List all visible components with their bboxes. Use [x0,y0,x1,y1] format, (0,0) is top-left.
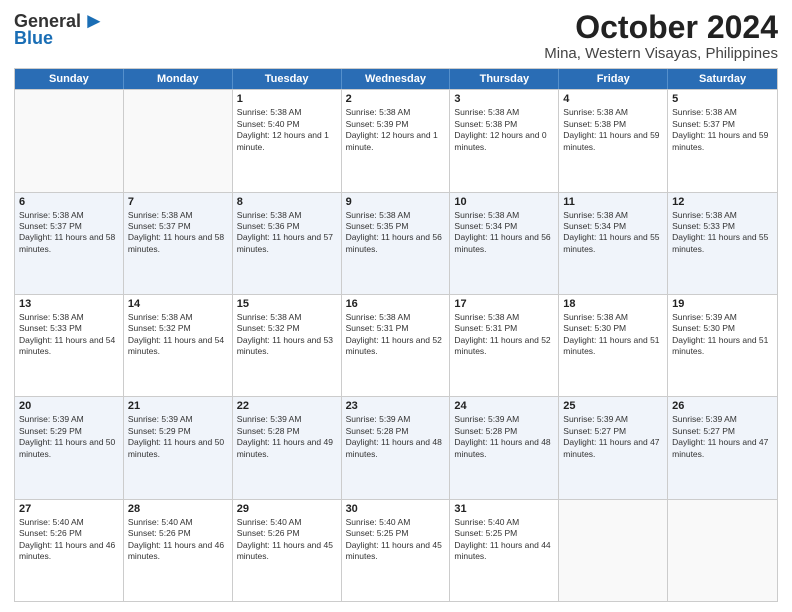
cell-w5-fri [559,500,668,601]
cell-oct-11: 11 Sunrise: 5:38 AM Sunset: 5:34 PM Dayl… [559,193,668,294]
logo: General ► Blue [14,10,105,49]
cell-oct-13: 13 Sunrise: 5:38 AM Sunset: 5:33 PM Dayl… [15,295,124,396]
cal-row-1: 1 Sunrise: 5:38 AM Sunset: 5:40 PM Dayli… [15,89,777,191]
cell-oct-28: 28 Sunrise: 5:40 AM Sunset: 5:26 PM Dayl… [124,500,233,601]
cell-oct-16: 16 Sunrise: 5:38 AM Sunset: 5:31 PM Dayl… [342,295,451,396]
cell-oct-26: 26 Sunrise: 5:39 AM Sunset: 5:27 PM Dayl… [668,397,777,498]
header-saturday: Saturday [668,69,777,89]
cell-oct-29: 29 Sunrise: 5:40 AM Sunset: 5:26 PM Dayl… [233,500,342,601]
cell-oct-4: 4 Sunrise: 5:38 AM Sunset: 5:38 PM Dayli… [559,90,668,191]
header-monday: Monday [124,69,233,89]
cell-oct-30: 30 Sunrise: 5:40 AM Sunset: 5:25 PM Dayl… [342,500,451,601]
cell-oct-9: 9 Sunrise: 5:38 AM Sunset: 5:35 PM Dayli… [342,193,451,294]
header: General ► Blue October 2024 Mina, Wester… [14,10,778,62]
calendar: Sunday Monday Tuesday Wednesday Thursday… [14,68,778,602]
cell-oct-25: 25 Sunrise: 5:39 AM Sunset: 5:27 PM Dayl… [559,397,668,498]
cal-row-4: 20 Sunrise: 5:39 AM Sunset: 5:29 PM Dayl… [15,396,777,498]
cell-oct-31: 31 Sunrise: 5:40 AM Sunset: 5:25 PM Dayl… [450,500,559,601]
cal-row-3: 13 Sunrise: 5:38 AM Sunset: 5:33 PM Dayl… [15,294,777,396]
cell-oct-23: 23 Sunrise: 5:39 AM Sunset: 5:28 PM Dayl… [342,397,451,498]
cell-oct-17: 17 Sunrise: 5:38 AM Sunset: 5:31 PM Dayl… [450,295,559,396]
cell-oct-22: 22 Sunrise: 5:39 AM Sunset: 5:28 PM Dayl… [233,397,342,498]
cell-oct-27: 27 Sunrise: 5:40 AM Sunset: 5:26 PM Dayl… [15,500,124,601]
header-sunday: Sunday [15,69,124,89]
logo-blue: Blue [14,28,53,49]
cell-oct-18: 18 Sunrise: 5:38 AM Sunset: 5:30 PM Dayl… [559,295,668,396]
cell-oct-14: 14 Sunrise: 5:38 AM Sunset: 5:32 PM Dayl… [124,295,233,396]
cell-oct-1: 1 Sunrise: 5:38 AM Sunset: 5:40 PM Dayli… [233,90,342,191]
cell-oct-7: 7 Sunrise: 5:38 AM Sunset: 5:37 PM Dayli… [124,193,233,294]
header-friday: Friday [559,69,668,89]
cell-w1-sun [15,90,124,191]
cell-oct-10: 10 Sunrise: 5:38 AM Sunset: 5:34 PM Dayl… [450,193,559,294]
page: General ► Blue October 2024 Mina, Wester… [0,0,792,612]
header-tuesday: Tuesday [233,69,342,89]
cell-oct-12: 12 Sunrise: 5:38 AM Sunset: 5:33 PM Dayl… [668,193,777,294]
cell-w5-sat [668,500,777,601]
logo-bird-icon: ► [83,10,105,32]
cell-oct-15: 15 Sunrise: 5:38 AM Sunset: 5:32 PM Dayl… [233,295,342,396]
cell-oct-20: 20 Sunrise: 5:39 AM Sunset: 5:29 PM Dayl… [15,397,124,498]
cell-oct-6: 6 Sunrise: 5:38 AM Sunset: 5:37 PM Dayli… [15,193,124,294]
page-subtitle: Mina, Western Visayas, Philippines [544,45,778,62]
cell-oct-19: 19 Sunrise: 5:39 AM Sunset: 5:30 PM Dayl… [668,295,777,396]
cell-oct-2: 2 Sunrise: 5:38 AM Sunset: 5:39 PM Dayli… [342,90,451,191]
header-wednesday: Wednesday [342,69,451,89]
header-thursday: Thursday [450,69,559,89]
cell-oct-5: 5 Sunrise: 5:38 AM Sunset: 5:37 PM Dayli… [668,90,777,191]
cal-row-2: 6 Sunrise: 5:38 AM Sunset: 5:37 PM Dayli… [15,192,777,294]
calendar-body: 1 Sunrise: 5:38 AM Sunset: 5:40 PM Dayli… [15,89,777,601]
cal-row-5: 27 Sunrise: 5:40 AM Sunset: 5:26 PM Dayl… [15,499,777,601]
cell-oct-8: 8 Sunrise: 5:38 AM Sunset: 5:36 PM Dayli… [233,193,342,294]
page-title: October 2024 [544,10,778,45]
cell-oct-3: 3 Sunrise: 5:38 AM Sunset: 5:38 PM Dayli… [450,90,559,191]
title-block: October 2024 Mina, Western Visayas, Phil… [544,10,778,62]
calendar-header: Sunday Monday Tuesday Wednesday Thursday… [15,69,777,89]
cell-oct-21: 21 Sunrise: 5:39 AM Sunset: 5:29 PM Dayl… [124,397,233,498]
cell-w1-mon [124,90,233,191]
cell-oct-24: 24 Sunrise: 5:39 AM Sunset: 5:28 PM Dayl… [450,397,559,498]
